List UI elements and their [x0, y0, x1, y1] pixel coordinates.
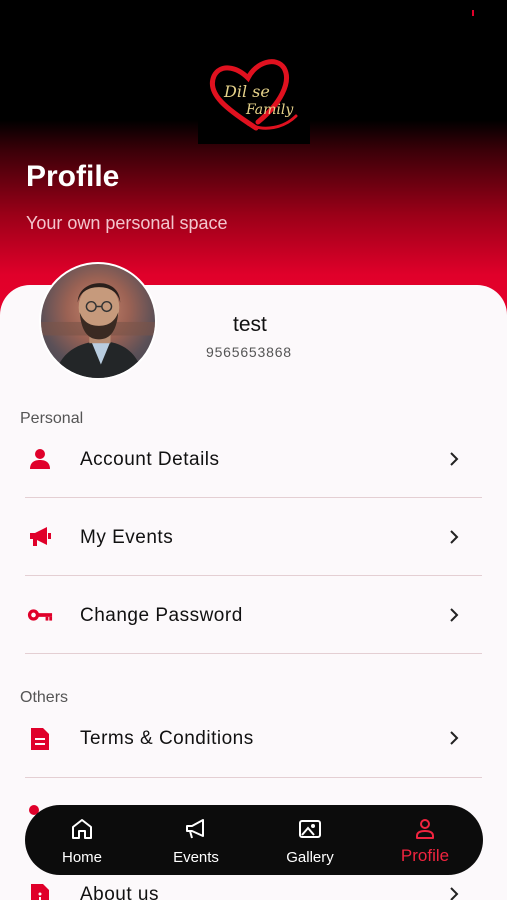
nav-label: Profile	[400, 846, 450, 865]
menu-item-label: Account Details	[80, 449, 220, 470]
chevron-right-icon	[450, 608, 459, 622]
menu-item-label: Change Password	[80, 605, 243, 626]
home-icon	[72, 819, 92, 839]
info-document-icon	[27, 882, 53, 900]
profile-icon	[416, 819, 434, 839]
brand-logo: Dil se Family	[198, 52, 310, 144]
chevron-right-icon	[450, 731, 459, 745]
chevron-right-icon	[450, 452, 459, 466]
menu-item-label: About us	[80, 884, 159, 900]
menu-item-change-password[interactable]: Change Password	[25, 576, 482, 654]
chevron-right-icon	[450, 887, 459, 900]
key-icon	[27, 602, 53, 628]
user-name: test	[233, 313, 267, 336]
menu-item-account-details[interactable]: Account Details	[25, 420, 482, 498]
user-icon	[27, 446, 53, 472]
status-indicator	[472, 10, 474, 16]
menu-item-label: My Events	[80, 527, 174, 548]
avatar[interactable]	[39, 262, 157, 380]
document-icon	[27, 726, 53, 752]
nav-tab-gallery[interactable]: Gallery	[260, 805, 360, 875]
divider	[25, 653, 482, 654]
logo-text-dil-se: Dil se	[224, 82, 270, 101]
megaphone-icon	[27, 524, 53, 550]
nav-tab-profile[interactable]: Profile	[375, 805, 475, 875]
menu-item-my-events[interactable]: My Events	[25, 498, 482, 576]
page-subtitle: Your own personal space	[26, 213, 228, 233]
divider	[25, 777, 482, 778]
nav-tab-home[interactable]: Home	[32, 805, 132, 875]
nav-label: Gallery	[286, 849, 334, 866]
nav-label: Events	[173, 849, 219, 866]
menu-item-label: Terms & Conditions	[80, 728, 254, 749]
user-photo	[41, 283, 155, 378]
chevron-right-icon	[450, 530, 459, 544]
nav-label: Home	[61, 849, 102, 866]
user-phone: 9565653868	[206, 344, 292, 360]
nav-tab-events[interactable]: Events	[146, 805, 246, 875]
bottom-navigation-bar: Home Events Gallery Profile	[25, 805, 483, 875]
page-title: Profile	[26, 160, 120, 193]
logo-text-family: Family	[246, 102, 294, 118]
image-icon	[299, 820, 321, 838]
megaphone-icon	[186, 819, 204, 839]
menu-item-terms-conditions[interactable]: Terms & Conditions	[25, 700, 482, 778]
